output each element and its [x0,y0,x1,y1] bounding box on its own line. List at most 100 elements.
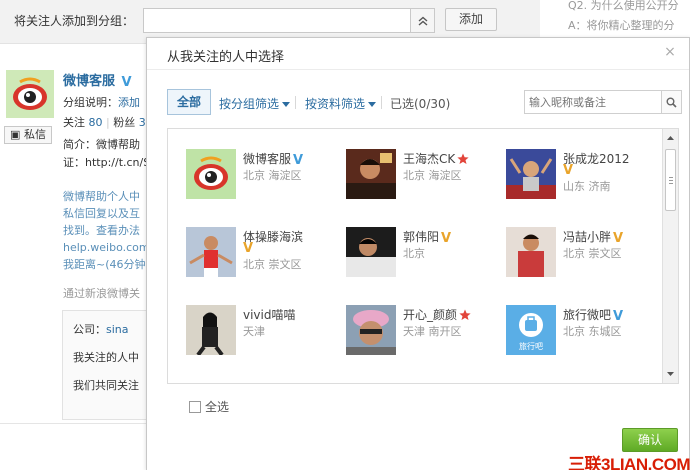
user-name: 旅行微吧 V [563,308,624,324]
mutual-follow-line: 我们共同关注 [73,379,139,392]
user-location: 北京 东城区 [563,325,622,338]
close-icon[interactable]: × [663,45,677,59]
profile-intro: 简介：微博帮助 [63,138,140,151]
checkbox-icon [189,401,201,413]
verified-gold-v-icon: V [441,231,452,246]
i-follow-line: 我关注的人中 [73,351,139,364]
user-location: 天津 南开区 [403,325,462,338]
user-avatar [186,227,236,277]
profile-paragraph: 微博帮助个人中 私信回复以及互 找到。查看办法 help.weibo.com 我… [63,190,150,271]
confirm-button[interactable]: 确认 [622,428,678,452]
scroll-thumb[interactable] [665,149,676,211]
dialog-title: 从我关注的人中选择 [167,50,285,65]
verified-blue-v-icon: V [293,153,304,168]
user-card[interactable]: 开心_颜颜 天津 南开区 [346,305,506,361]
user-location: 北京 崇文区 [563,247,622,260]
tab-all[interactable]: 全部 [167,89,211,115]
person-photo-icon [346,305,396,355]
filter-by-group[interactable]: 按分组筛选 [219,95,291,112]
search-button[interactable] [662,90,682,114]
verified-gold-v-icon: V [563,163,574,178]
travel-bar-logo-icon: 旅行吧 [506,305,556,355]
faq-answer: A：将你精心整理的分 [568,19,675,32]
person-photo-icon [506,227,556,277]
user-card[interactable]: vivid喵喵 天津 [186,305,346,361]
separator [295,96,296,109]
verified-blue-v-icon: V [613,309,624,324]
group-description: 分组说明：添加 [63,96,140,109]
user-location: 北京 崇文区 [243,258,302,271]
person-photo-icon [186,305,236,357]
user-card[interactable]: 旅行吧 旅行微吧 V 北京 东城区 [506,305,666,361]
user-avatar [506,227,556,277]
caret-down-icon [282,102,291,107]
user-name: 王海杰CK [403,150,469,167]
profile-avatar[interactable] [6,70,54,118]
user-avatar [186,305,236,357]
message-button[interactable]: ▣ 私信 [4,126,52,144]
search-input[interactable] [524,90,662,114]
user-card[interactable]: 微博客服 V 北京 海淀区 [186,149,346,205]
user-name: 冯喆小胖 V [563,230,624,246]
group-input[interactable] [143,8,435,33]
user-name: 开心_颜颜 [403,306,471,323]
user-location: 山东 济南 [563,180,611,193]
user-location: 北京 海淀区 [243,169,302,182]
user-avatar [346,149,396,199]
faq-panel: Q2. 为什么使用公开分 A：将你精心整理的分 [568,0,690,36]
verified-blue-v-icon: V [121,75,132,90]
user-card[interactable]: 王海杰CK 北京 海淀区 [346,149,506,205]
follow-stats: 关注 80 | 粉丝 3 [63,116,146,129]
profile-source: 通过新浪微博关 [63,287,140,300]
user-name: 微博客服 V [243,152,304,168]
background-profile: ▣ 私信 微博客服 V 分组说明：添加 关注 80 | 粉丝 3 简介：微博帮助… [0,60,162,470]
scroll-down-icon[interactable] [663,367,678,381]
faq-question: Q2. 为什么使用公开分 [568,0,679,12]
add-to-group-label: 将关注人添加到分组： [14,14,135,28]
user-location: 天津 [243,325,265,338]
caret-down-icon [368,102,377,107]
person-photo-icon [346,149,396,199]
divider [0,423,150,424]
site-watermark: 三联3LIAN.COM [568,455,690,470]
weibo-eye-logo-icon [186,149,236,199]
profile-name[interactable]: 微博客服 V [63,70,132,90]
user-avatar [346,305,396,355]
user-name: vivid喵喵 [243,308,296,322]
user-avatar [346,227,396,277]
verified-gold-v-icon: V [243,241,254,256]
add-button[interactable]: 添加 [445,8,497,31]
user-card[interactable]: 张成龙2012 V 山东 济南 [506,149,666,205]
filter-by-profile[interactable]: 按资料筛选 [305,95,377,112]
user-avatar [186,149,236,199]
scroll-up-icon[interactable] [663,131,678,145]
verified-gold-v-icon: V [613,231,624,246]
weibo-eye-logo-icon [6,70,54,118]
user-name: 郭伟阳 V [403,230,452,246]
double-chevron-up-icon [418,16,427,26]
selected-count[interactable]: 已选(0/30) [390,95,450,112]
travel-bar-logo-text: 旅行吧 [519,341,543,351]
weibo-page: 将关注人添加到分组： 添加 Q2. 为什么使用公开分 A：将你精心整理的分 ▣ … [0,0,690,470]
follow-count[interactable]: 80 [89,116,103,129]
user-avatar [506,149,556,199]
user-card[interactable]: 郭伟阳 V 北京 [346,227,506,283]
add-description-link[interactable]: 添加 [118,96,140,109]
envelope-icon: ▣ [10,128,21,141]
expand-button[interactable] [410,9,434,32]
filter-bar: 全部 按分组筛选 按资料筛选 已选(0/30) [167,88,683,116]
separator [381,96,382,109]
list-scrollbar[interactable] [662,129,678,383]
company-line: 公司：sina [73,323,129,336]
person-photo-icon [186,227,236,277]
fans-count[interactable]: 3 [139,116,146,129]
profile-cert: 证：http://t.cn/S [63,156,151,169]
user-card[interactable]: 体操滕海滨 V 北京 崇文区 [186,227,346,283]
select-all-checkbox[interactable]: 全选 [189,398,229,415]
star-badge-icon [459,309,471,320]
dialog-header: 从我关注的人中选择 × [147,38,689,70]
user-avatar: 旅行吧 [506,305,556,355]
user-card[interactable]: 冯喆小胖 V 北京 崇文区 [506,227,666,283]
search-icon [666,97,677,108]
person-photo-icon [506,149,556,199]
